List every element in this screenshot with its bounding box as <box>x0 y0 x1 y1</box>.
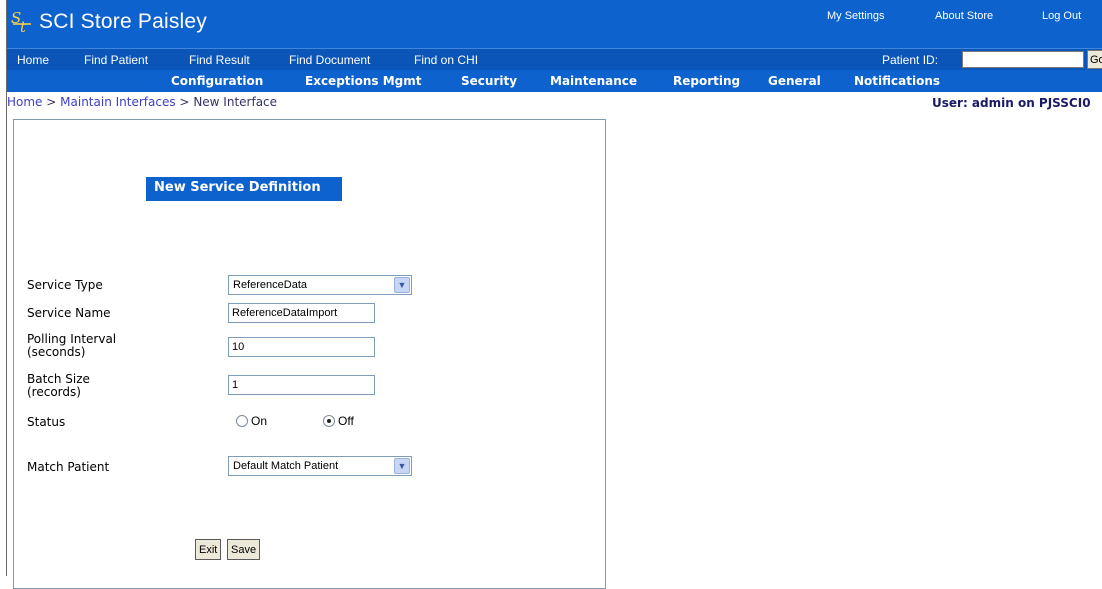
batch-size-input[interactable]: 1 <box>228 375 375 395</box>
service-name-label: Service Name <box>27 306 111 320</box>
service-type-label: Service Type <box>27 278 103 292</box>
batch-size-label-line2: (records) <box>27 385 81 399</box>
polling-interval-label: Polling Interval (seconds) <box>27 333 116 359</box>
service-type-value: ReferenceData <box>233 279 307 291</box>
service-name-input[interactable]: ReferenceDataImport <box>228 303 375 323</box>
nav-exceptions-mgmt[interactable]: Exceptions Mgmt <box>305 74 422 88</box>
polling-interval-label-line2: (seconds) <box>27 345 86 359</box>
go-button[interactable]: Go <box>1087 50 1102 69</box>
nav-find-result[interactable]: Find Result <box>189 53 250 67</box>
polling-interval-input[interactable]: 10 <box>228 337 375 357</box>
save-button[interactable]: Save <box>227 539 261 560</box>
secondary-nav: Configuration Exceptions Mgmt Security M… <box>7 71 1102 92</box>
patient-id-label: Patient ID: <box>882 53 939 67</box>
status-on-radio[interactable] <box>236 415 248 427</box>
nav-general[interactable]: General <box>768 74 821 88</box>
chevron-down-icon[interactable]: ▼ <box>394 458 410 474</box>
nav-find-patient[interactable]: Find Patient <box>84 53 148 67</box>
nav-notifications[interactable]: Notifications <box>854 74 940 88</box>
match-patient-label: Match Patient <box>27 460 110 474</box>
nav-home[interactable]: Home <box>17 53 49 67</box>
nav-maintenance[interactable]: Maintenance <box>550 74 637 88</box>
breadcrumb-maintain-interfaces[interactable]: Maintain Interfaces <box>60 95 175 109</box>
app-title: SCI Store Paisley <box>39 10 207 33</box>
user-info: User: admin on PJSSCI0 <box>932 96 1091 110</box>
status-label: Status <box>27 415 66 429</box>
status-on-option[interactable]: On <box>236 413 267 429</box>
nav-find-on-chi[interactable]: Find on CHI <box>414 53 478 67</box>
status-off-option[interactable]: Off <box>323 413 354 429</box>
about-store-link[interactable]: About Store <box>935 10 993 22</box>
nav-find-document[interactable]: Find Document <box>289 53 370 67</box>
breadcrumb-home[interactable]: Home <box>7 95 42 109</box>
my-settings-link[interactable]: My Settings <box>827 10 884 22</box>
status-on-label: On <box>251 414 268 428</box>
nav-configuration[interactable]: Configuration <box>171 74 263 88</box>
match-patient-value: Default Match Patient <box>233 460 339 472</box>
primary-nav: Home Find Patient Find Result Find Docum… <box>7 48 1102 70</box>
breadcrumb-current: New Interface <box>193 95 278 109</box>
log-out-link[interactable]: Log Out <box>1042 10 1081 22</box>
breadcrumb-separator: > <box>46 95 57 109</box>
nav-security[interactable]: Security <box>461 74 517 88</box>
brand: S t SCI Store Paisley <box>11 8 207 36</box>
breadcrumb-separator: > <box>179 95 190 109</box>
service-type-select[interactable]: ReferenceData ▼ <box>228 275 412 295</box>
sci-logo-icon: S t <box>11 10 31 34</box>
nav-reporting[interactable]: Reporting <box>673 74 740 88</box>
status-off-label: Off <box>338 414 354 428</box>
exit-button[interactable]: Exit <box>195 539 222 560</box>
form-title: New Service Definition <box>146 177 342 201</box>
batch-size-label: Batch Size (records) <box>27 373 90 399</box>
chevron-down-icon[interactable]: ▼ <box>394 277 410 293</box>
status-off-radio[interactable] <box>323 415 335 427</box>
patient-id-input[interactable] <box>962 51 1084 68</box>
breadcrumb: Home > Maintain Interfaces > New Interfa… <box>7 95 277 111</box>
svg-text:t: t <box>20 18 27 34</box>
service-definition-form: New Service Definition Service Type Refe… <box>13 119 606 589</box>
match-patient-select[interactable]: Default Match Patient ▼ <box>228 456 412 476</box>
